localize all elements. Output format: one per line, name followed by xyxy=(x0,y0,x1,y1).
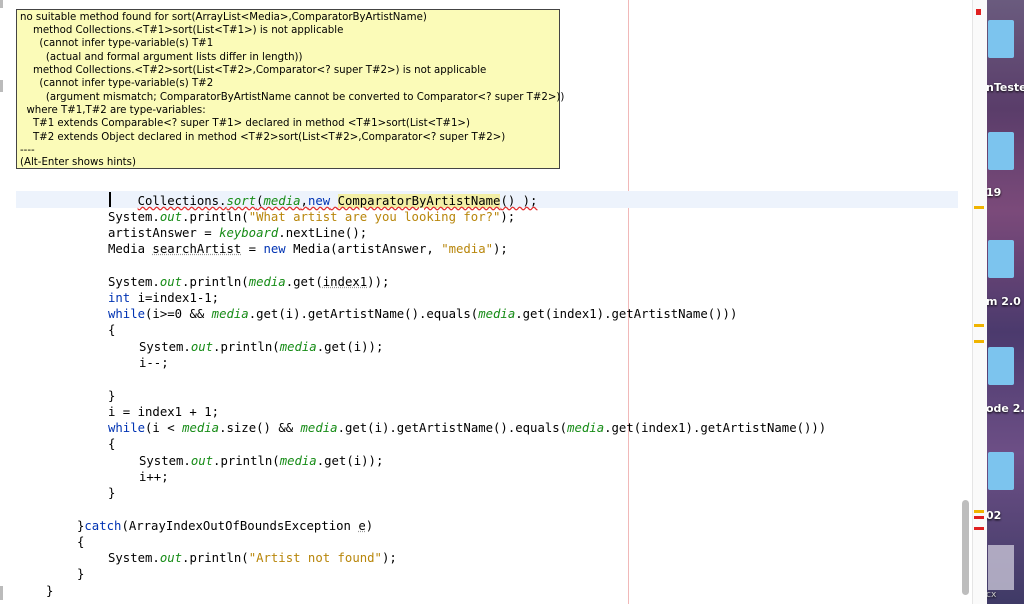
error-status-icon[interactable] xyxy=(976,9,981,15)
warning-marker[interactable] xyxy=(974,510,984,513)
desktop-folder-icon[interactable] xyxy=(988,240,1014,278)
desktop-label: 02 xyxy=(986,509,1002,522)
error-stripe[interactable] xyxy=(972,0,987,604)
desktop-background: nTeste 19 m 2.0 ode 2. 02 cx xyxy=(986,0,1024,604)
desktop-label: nTeste xyxy=(986,81,1024,94)
desktop-label: cx xyxy=(986,590,997,600)
desktop-folder-icon[interactable] xyxy=(988,132,1014,170)
tooltip-line: (actual and formal argument lists differ… xyxy=(20,52,303,63)
code-line: } xyxy=(46,584,54,598)
code-line: System.out.println(media.get(i)); xyxy=(139,454,384,468)
code-line: } xyxy=(77,567,85,581)
code-line: i--; xyxy=(139,356,169,370)
code-line: } xyxy=(108,486,116,500)
warning-marker[interactable] xyxy=(974,206,984,209)
code-line: i++; xyxy=(139,470,169,484)
desktop-folder-icon[interactable] xyxy=(988,20,1014,58)
tooltip-line: no suitable method found for sort(ArrayL… xyxy=(20,12,427,23)
code-line: { xyxy=(108,323,116,337)
error-tooltip: no suitable method found for sort(ArrayL… xyxy=(16,9,564,169)
code-line: artistAnswer = keyboard.nextLine(); xyxy=(108,226,368,240)
code-line: { xyxy=(77,535,85,549)
tooltip-line: T#2 extends Object declared in method <T… xyxy=(20,132,506,143)
code-line: } xyxy=(108,389,116,403)
desktop-folder-icon[interactable] xyxy=(988,452,1014,490)
code-line: System.out.println("What artist are you … xyxy=(108,210,516,224)
desktop-label: ode 2. xyxy=(986,402,1024,415)
code-line: System.out.println("Artist not found"); xyxy=(108,551,397,565)
tooltip-line: where T#1,T#2 are type-variables: xyxy=(20,105,206,116)
code-line: while(i>=0 && media.get(i).getArtistName… xyxy=(108,307,738,321)
tooltip-line: T#1 extends Comparable<? super T#1> decl… xyxy=(20,118,470,129)
code-line: { xyxy=(108,437,116,451)
tooltip-hint[interactable]: (Alt-Enter shows hints) xyxy=(20,156,136,169)
code-line: }catch(ArrayIndexOutOfBoundsException e) xyxy=(77,519,374,533)
code-line: int i=index1-1; xyxy=(108,291,220,305)
code-line-sort: Collections.sort(media,new ComparatorByA… xyxy=(137,194,538,208)
desktop-label: m 2.0 xyxy=(986,295,1021,308)
error-marker[interactable] xyxy=(974,516,984,519)
code-line: System.out.println(media.get(i)); xyxy=(139,340,384,354)
code-line: Media searchArtist = new Media(artistAns… xyxy=(108,242,508,256)
tooltip-line: (cannot infer type-variable(s) T#1 xyxy=(20,38,214,49)
tooltip-line: (cannot infer type-variable(s) T#2 xyxy=(20,78,214,89)
code-line: System.out.println(media.get(index1)); xyxy=(108,275,390,289)
error-marker[interactable] xyxy=(974,527,984,530)
tooltip-line: method Collections.<T#2>sort(List<T#2>,C… xyxy=(20,65,487,76)
code-line: while(i < media.size() && media.get(i).g… xyxy=(108,421,827,435)
text-caret xyxy=(109,192,111,207)
tooltip-line: (argument mismatch; ComparatorByArtistNa… xyxy=(20,92,565,103)
desktop-file-icon[interactable] xyxy=(988,545,1014,590)
desktop-folder-icon[interactable] xyxy=(988,347,1014,385)
code-line: i = index1 + 1; xyxy=(108,405,220,419)
tooltip-line: method Collections.<T#1>sort(List<T#1>) … xyxy=(20,25,344,36)
warning-marker[interactable] xyxy=(974,340,984,343)
scrollbar-thumb[interactable] xyxy=(962,500,969,595)
desktop-label: 19 xyxy=(986,186,1002,199)
warning-marker[interactable] xyxy=(974,324,984,327)
